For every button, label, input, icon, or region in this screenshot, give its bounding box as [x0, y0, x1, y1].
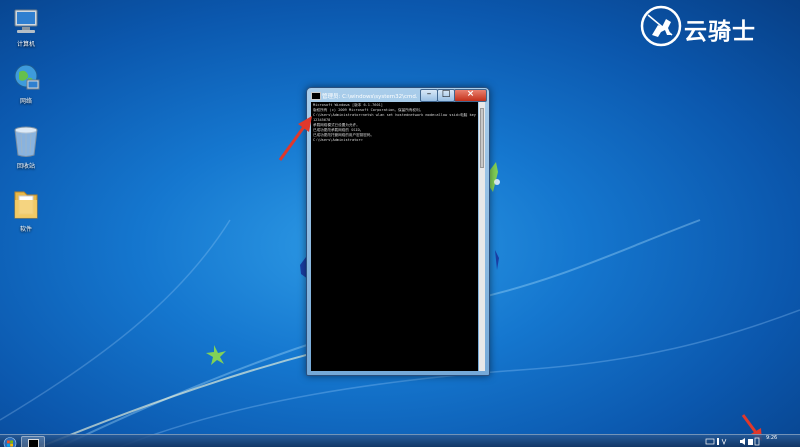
cmd-taskbar-icon — [28, 439, 39, 447]
recycle-bin-icon — [14, 126, 38, 157]
desktop-icon-label: 计算机 — [16, 41, 35, 48]
desktop-icon-computer[interactable]: 计算机 — [2, 8, 50, 48]
maximize-icon: □ — [441, 89, 451, 99]
yunqishi-watermark: 云骑士 — [640, 4, 790, 48]
knight-logo-icon — [640, 5, 682, 47]
taskbar-clock[interactable]: 9:26 — [766, 435, 777, 441]
maximize-button[interactable]: □ — [437, 89, 455, 102]
console-output[interactable]: Microsoft Windows [版本 6.1.7601] 版权所有 (c)… — [311, 102, 478, 371]
desktop-icon-label: 回收站 — [16, 163, 35, 170]
taskbar: 9:26 — [0, 434, 800, 447]
desktop-icon-folder[interactable]: 软件 — [2, 187, 50, 233]
close-icon: × — [466, 89, 475, 99]
desktop-icon-label: 网络 — [19, 98, 32, 105]
minimize-button[interactable]: – — [420, 89, 438, 102]
windows-start-icon — [3, 437, 17, 447]
cmd-window[interactable]: 管理员: C:\windows\system32\cmd.exe – □ × M… — [306, 87, 490, 376]
desktop-icon-recycle-bin[interactable]: 回收站 — [2, 124, 50, 170]
console-line: C:\Users\Administrator>netsh wlan set ho… — [313, 113, 476, 117]
minimize-icon: – — [426, 89, 432, 99]
annotation-arrow-cmd — [278, 116, 312, 161]
clock-time: 9:26 — [766, 435, 778, 441]
close-button[interactable]: × — [454, 89, 487, 102]
taskbar-cmd-button[interactable] — [21, 436, 45, 447]
start-button[interactable] — [3, 435, 17, 447]
folder-icon — [14, 191, 38, 219]
computer-icon — [14, 9, 38, 33]
network-icon — [14, 64, 40, 90]
cmd-window-icon — [311, 92, 321, 100]
cmd-window-title: 管理员: C:\windows\system32\cmd.exe — [322, 94, 417, 100]
console-scrollbar[interactable] — [479, 102, 485, 371]
desktop-icon-label: 软件 — [19, 226, 32, 233]
tray-icons — [705, 437, 760, 446]
desktop: 计算机 网络 回收站 软件 云骑士 管理员: C:\windows\system… — [0, 0, 800, 447]
scrollbar-thumb[interactable] — [480, 108, 484, 168]
system-tray — [700, 435, 800, 447]
console-line: C:\Users\Administrator> — [313, 138, 363, 142]
desktop-icon-network[interactable]: 网络 — [2, 63, 50, 105]
watermark-text: 云骑士 — [684, 19, 756, 45]
